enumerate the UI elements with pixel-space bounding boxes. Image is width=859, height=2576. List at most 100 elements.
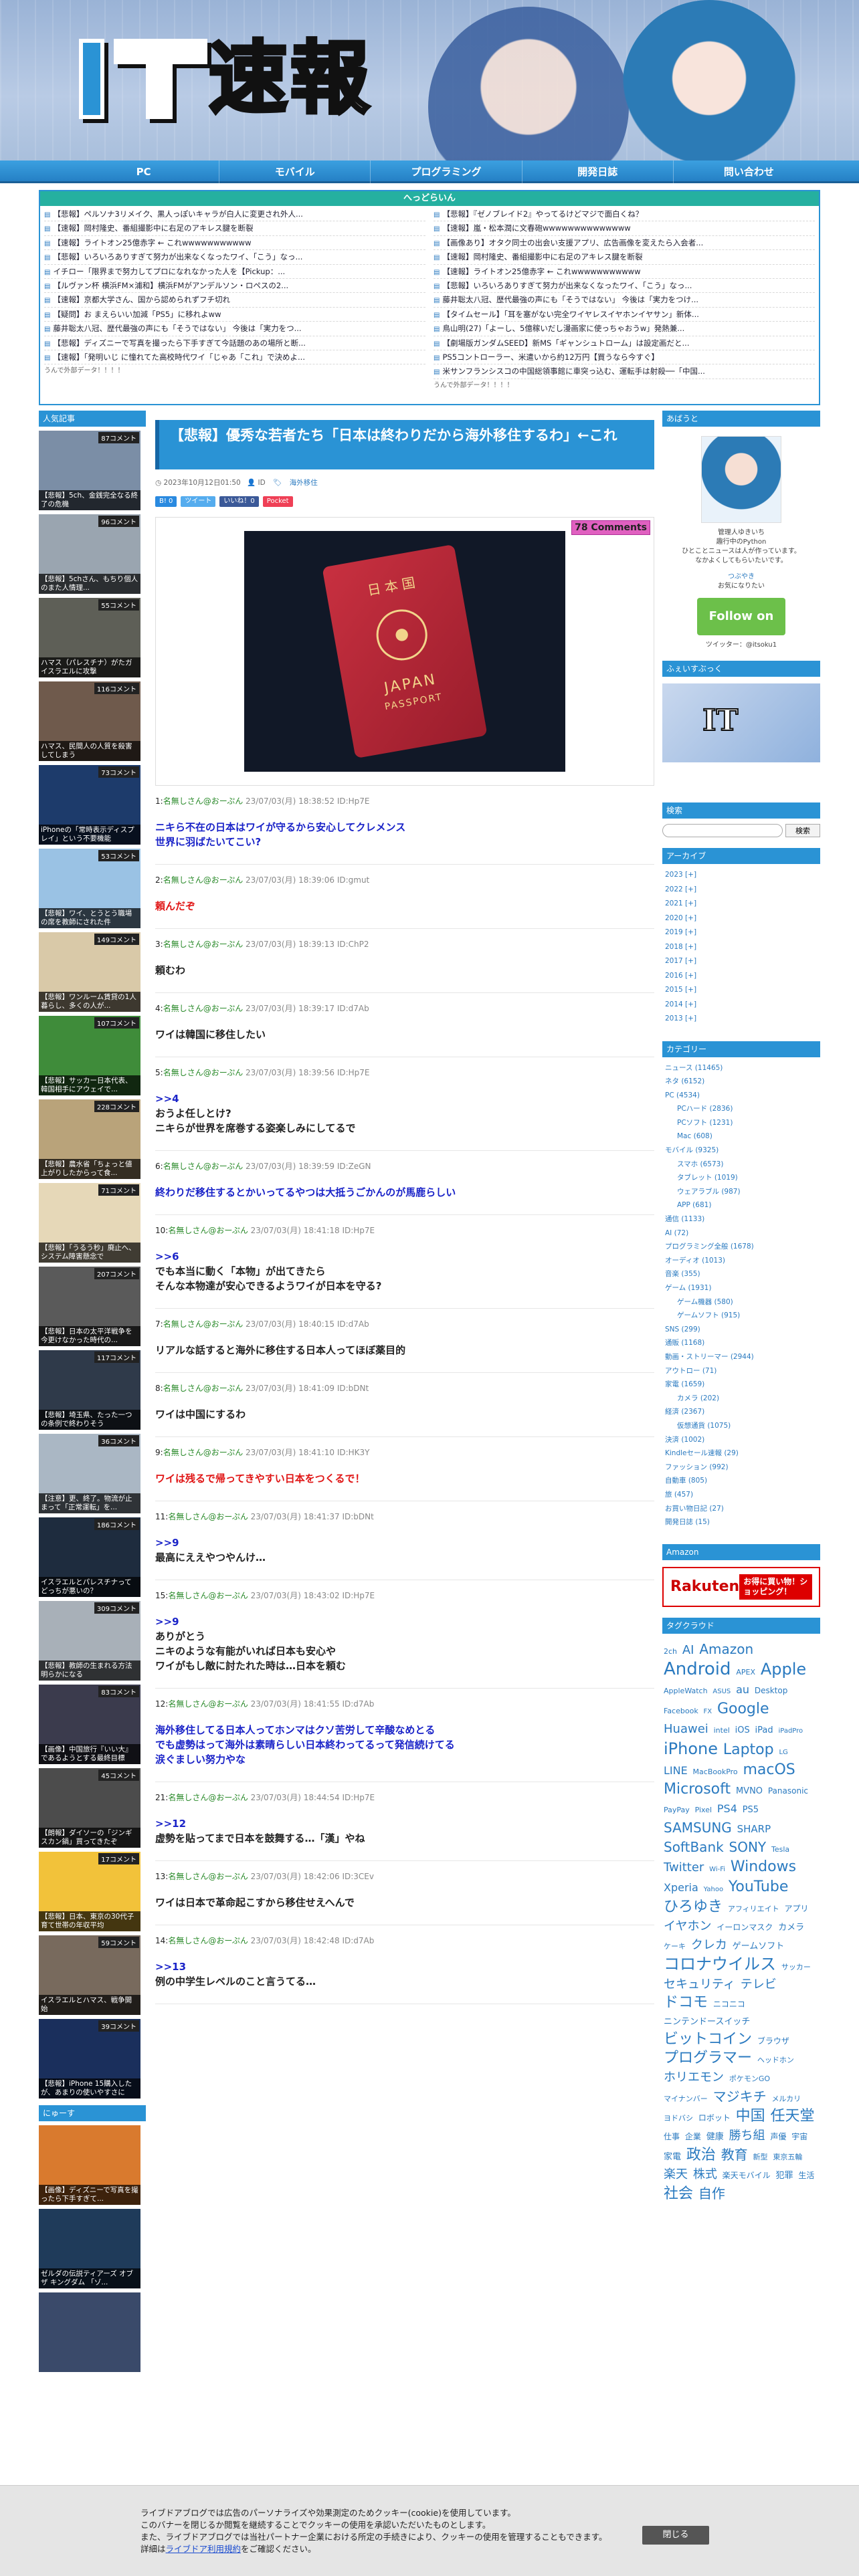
archive-year[interactable]: 2013 [+] xyxy=(665,1012,818,1027)
comments-count-badge[interactable]: 78 Comments xyxy=(571,520,650,535)
tag-item[interactable]: 任天堂 xyxy=(771,2108,815,2125)
archive-year[interactable]: 2019 [+] xyxy=(665,926,818,940)
tag-item[interactable]: 楽天 xyxy=(664,2167,688,2181)
search-button[interactable]: 検索 xyxy=(785,824,820,837)
tag-item[interactable]: 教育 xyxy=(721,2147,748,2163)
cookie-close-button[interactable]: 閉じる xyxy=(642,2526,709,2545)
tag-item[interactable]: Facebook xyxy=(664,1707,698,1715)
ticker-headline[interactable]: 【疑問】お まえらいい加減「PS5」に移れよww xyxy=(44,308,425,322)
tag-item[interactable]: iPhone xyxy=(664,1739,718,1758)
nav-item-1[interactable]: モバイル xyxy=(219,160,371,183)
tag-item[interactable]: MVNO xyxy=(736,1786,763,1796)
reply-anchor[interactable]: >>12 xyxy=(155,1816,654,1831)
category-item[interactable]: プログラミング全般 (1678) xyxy=(665,1240,818,1254)
ticker-headline[interactable]: 【画像あり】オタク同士の出会い支援アプリ、広告画像を変えたら入会者... xyxy=(434,236,815,251)
ticker-headline[interactable]: 【悲報】『ゼノブレイド2』やってるけどマジで面白くね？ xyxy=(434,207,815,222)
tag-item[interactable]: SHARP xyxy=(737,1823,771,1835)
tag-item[interactable]: Android xyxy=(664,1659,731,1679)
tag-item[interactable]: macOS xyxy=(743,1761,795,1778)
tag-item[interactable]: 勝ち組 xyxy=(729,2129,765,2143)
popular-article-card[interactable]: 39コメント 【悲報】iPhone 15購入したが、あまりの使いやすさに xyxy=(39,2019,140,2099)
ticker-headline[interactable]: イチロー「限界まで努力してプロになれなかった人を【Pickup：... xyxy=(44,265,425,279)
tag-item[interactable]: 株式 xyxy=(693,2167,717,2181)
tag-item[interactable]: ドコモ xyxy=(664,1994,708,2011)
about-link[interactable]: つぶやき xyxy=(662,572,820,582)
tag-item[interactable]: 政治 xyxy=(686,2147,716,2163)
popular-article-card[interactable]: 107コメント 【悲報】サッカー日本代表、韓国相手にアウェイで... xyxy=(39,1016,140,1095)
category-item[interactable]: オーディオ (1013) xyxy=(665,1254,818,1268)
tag-item[interactable]: ニコニコ xyxy=(713,2000,745,2009)
tag-item[interactable]: LINE xyxy=(664,1764,688,1777)
archive-year[interactable]: 2023 [+] xyxy=(665,868,818,883)
tag-item[interactable]: カメラ xyxy=(778,1923,804,1933)
tag-item[interactable]: MacBookPro xyxy=(693,1767,738,1776)
tag-item[interactable]: 企業 xyxy=(685,2132,701,2141)
comment-author[interactable]: 名無しさん@おーぷん xyxy=(163,1448,246,1457)
tag-item[interactable]: au xyxy=(736,1683,749,1696)
tag-item[interactable]: iOS xyxy=(735,1725,750,1735)
tag-item[interactable]: イヤホン xyxy=(664,1919,711,1933)
nav-item-0[interactable]: PC xyxy=(68,160,220,183)
popular-article-card[interactable]: 83コメント 【画像】中国旅行『いい大』であるようとする最終目標 xyxy=(39,1685,140,1764)
ticker-footer[interactable]: うんで外部データ！！！！ xyxy=(44,364,425,374)
category-item[interactable]: Kindleセール速報 (29) xyxy=(665,1446,818,1461)
tag-item[interactable]: 中国 xyxy=(736,2108,765,2125)
category-item[interactable]: ファッション (992) xyxy=(665,1461,818,1475)
category-item[interactable]: 家電 (1659) xyxy=(665,1378,818,1392)
ticker-headline[interactable]: 藤井聡太八冠、歴代最強の声にも「そうではない」 今後は「実力をつけ... xyxy=(434,293,815,308)
tag-item[interactable]: AppleWatch xyxy=(664,1687,708,1695)
tag-item[interactable]: ポケモンGO xyxy=(729,2074,770,2083)
facebook-page-thumbnail[interactable]: IT xyxy=(662,683,820,762)
tag-item[interactable]: 健康 xyxy=(706,2132,724,2142)
tag-item[interactable]: AI xyxy=(682,1643,694,1657)
tag-item[interactable]: 宇宙 xyxy=(791,2132,807,2141)
tag-item[interactable]: Google xyxy=(717,1701,769,1717)
comment-author[interactable]: 名無しさん@おーぷん xyxy=(163,940,246,949)
tag-item[interactable]: SoftBank xyxy=(664,1839,724,1855)
popular-article-card[interactable]: 207コメント 【悲報】日本の太平洋戦争を今更けなかった時代の... xyxy=(39,1267,140,1346)
feedly-follow-button[interactable]: Follow on feedly xyxy=(697,598,785,661)
comment-author[interactable]: 名無しさん@おーぷん xyxy=(163,1319,246,1329)
popular-article-card[interactable]: 87コメント 【悲報】5ch、金銭完全なる終了の危機 xyxy=(39,431,140,510)
tag-item[interactable]: Amazon xyxy=(699,1641,753,1657)
category-item[interactable]: 動画・ストリーマー (2944) xyxy=(665,1350,818,1364)
category-item[interactable]: ゲーム機器 (580) xyxy=(665,1295,818,1309)
tag-item[interactable]: intel xyxy=(714,1726,730,1735)
popular-article-card[interactable]: 55コメント ハマス（パレスチナ）がたガイスラエルに攻撃 xyxy=(39,598,140,677)
category-item[interactable]: お買い物日記 (27) xyxy=(665,1502,818,1516)
tag-item[interactable]: LG xyxy=(779,1749,787,1756)
ticker-headline[interactable]: 【劇場版ガンダムSEED】新MS「ギャンシュトローム」は設定画だと... xyxy=(434,336,815,350)
popular-article-card[interactable]: 71コメント 【悲報】「うるう秒」廃止へ、システム障害懸念で xyxy=(39,1183,140,1263)
reply-anchor[interactable]: >>4 xyxy=(155,1091,654,1106)
ticker-footer[interactable]: うんで外部データ！！！！ xyxy=(434,379,815,389)
tag-item[interactable]: YouTube xyxy=(729,1879,788,1895)
reply-anchor[interactable]: >>13 xyxy=(155,1959,654,1974)
ticker-headline[interactable]: 藤井聡太八冠、歴代最強の声にも「そうではない」 今後は「実力をつ... xyxy=(44,322,425,336)
comment-author[interactable]: 名無しさん@おーぷん xyxy=(163,1004,246,1013)
category-item[interactable]: カメラ (202) xyxy=(665,1392,818,1406)
tag-item[interactable]: セキュリティ xyxy=(664,1977,735,1992)
tag-item[interactable]: Twitter xyxy=(664,1860,704,1874)
popular-article-card[interactable]: 59コメント イスラエルとハマス、戦争開始 xyxy=(39,1935,140,2015)
category-item[interactable]: ニュース (11465) xyxy=(665,1061,818,1075)
ticker-headline[interactable]: 鳥山明(27)「よーし、5億稼いだし漫画家に使っちゃおうw」発熱兼... xyxy=(434,322,815,336)
popular-article-card[interactable]: 186コメント イスラエルとパレスチナってどっちが悪いの？ xyxy=(39,1517,140,1597)
tag-item[interactable]: SAMSUNG xyxy=(664,1820,732,1836)
tag-item[interactable]: 声優 xyxy=(770,2132,786,2141)
tag-item[interactable]: iPad xyxy=(755,1725,773,1735)
search-input[interactable] xyxy=(662,824,783,837)
popular-article-card[interactable]: 36コメント 【注意】更、終了。物流が止まって「正常運転」を... xyxy=(39,1434,140,1513)
comment-author[interactable]: 名無しさん@おーぷん xyxy=(168,1226,250,1235)
share-button[interactable]: Pocket xyxy=(262,496,293,507)
news-article-card[interactable] xyxy=(39,2292,140,2372)
tag-item[interactable]: FX xyxy=(704,1708,712,1715)
tag-item[interactable]: ニンテンドースイッチ xyxy=(664,2017,750,2027)
category-item[interactable]: タブレット (1019) xyxy=(665,1171,818,1185)
category-item[interactable]: PC (4534) xyxy=(665,1089,818,1103)
tag-item[interactable]: ひろゆき xyxy=(664,1899,723,1915)
tag-item[interactable]: Laptop xyxy=(723,1741,774,1758)
category-item[interactable]: 通販 (1168) xyxy=(665,1336,818,1350)
tag-item[interactable]: Desktop xyxy=(755,1686,788,1695)
tag-item[interactable]: Wi-Fi xyxy=(709,1866,725,1873)
tag-item[interactable]: イーロンマスク xyxy=(717,1923,773,1932)
